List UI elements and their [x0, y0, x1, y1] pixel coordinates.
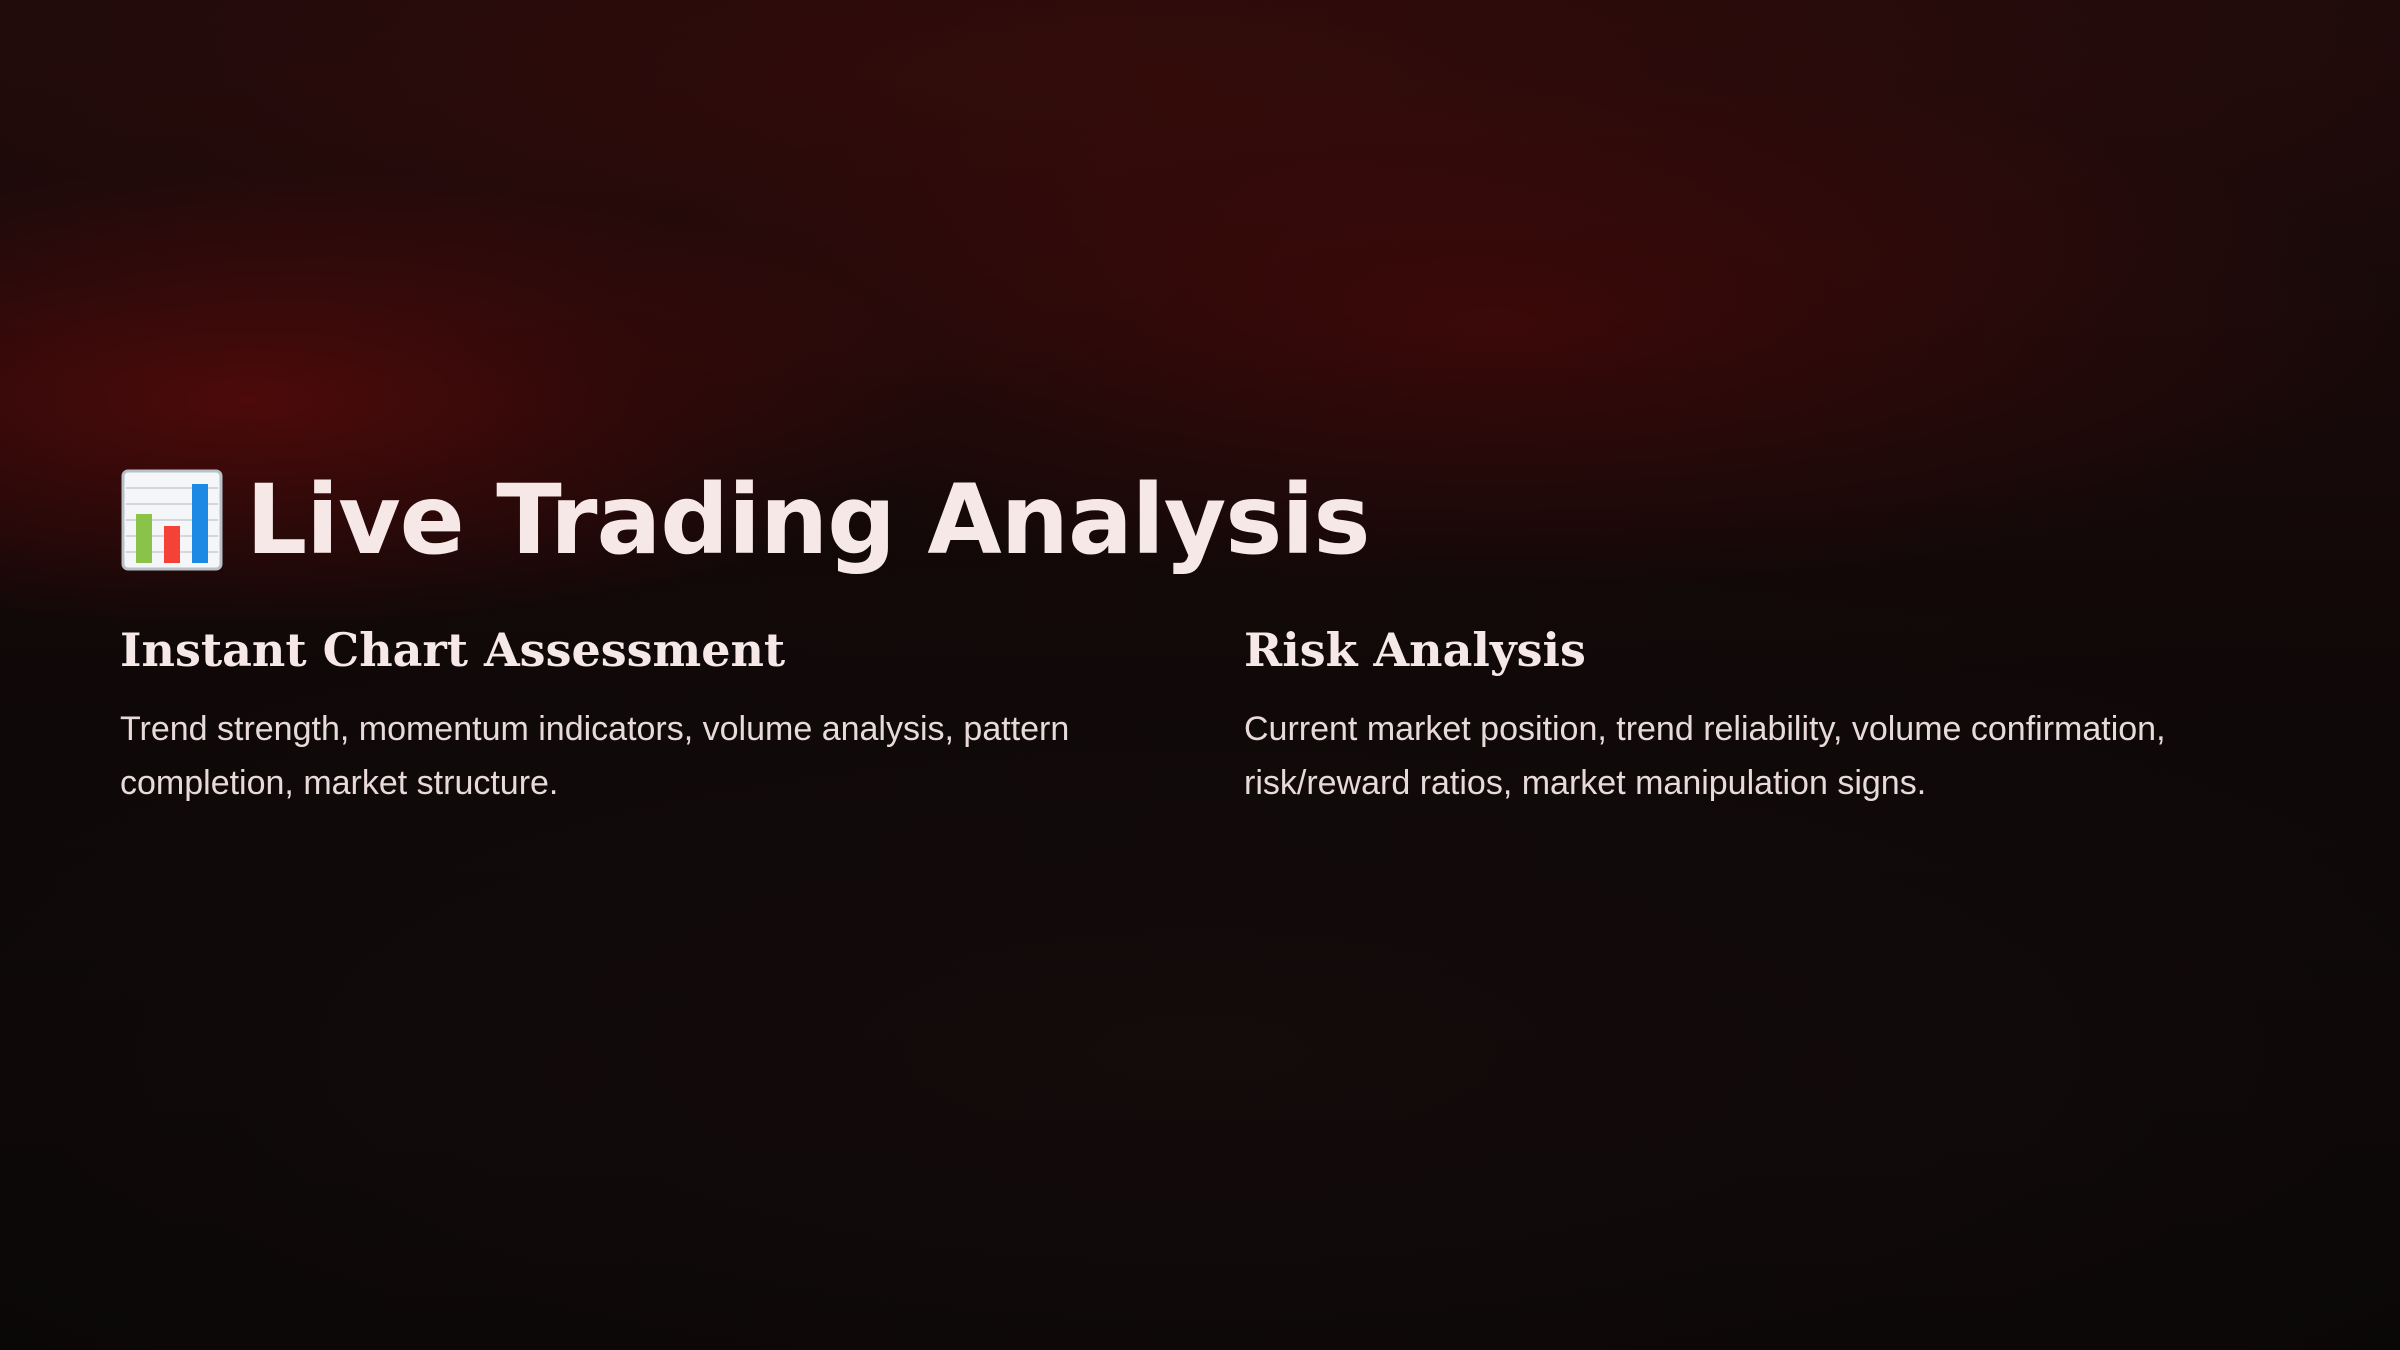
column-body: Trend strength, momentum indicators, vol…	[120, 710, 1070, 802]
column-body: Current market position, trend reliabili…	[1244, 710, 2166, 802]
title-row: Live Trading Analysis	[120, 460, 2280, 580]
bar-chart-icon	[121, 469, 223, 571]
column-chart-assessment: Instant Chart Assessment Trend strength,…	[120, 620, 1150, 810]
page-title: Live Trading Analysis	[246, 464, 1370, 576]
column-risk-analysis: Risk Analysis Current market position, t…	[1244, 620, 2274, 810]
slide-content: Live Trading Analysis Instant Chart Asse…	[120, 460, 2280, 920]
columns: Instant Chart Assessment Trend strength,…	[120, 620, 2280, 920]
column-heading: Instant Chart Assessment	[120, 623, 786, 677]
column-heading: Risk Analysis	[1244, 623, 1586, 677]
